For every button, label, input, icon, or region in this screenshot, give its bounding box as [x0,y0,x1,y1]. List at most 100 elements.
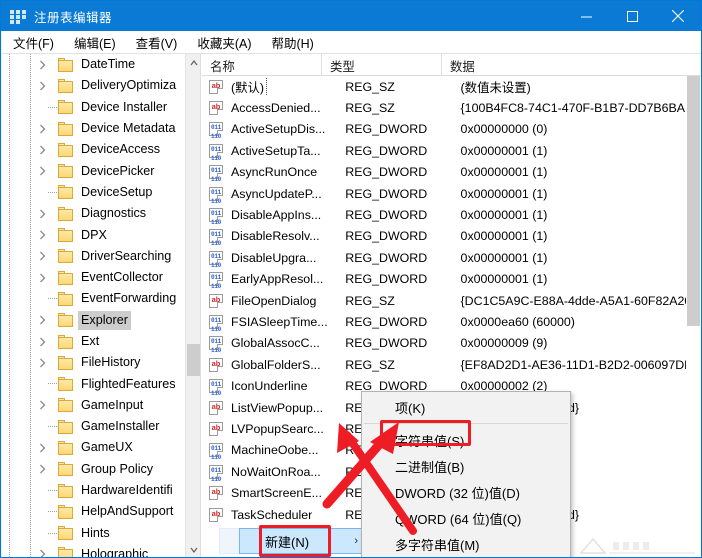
value-name-cell: AccessDenied... [229,101,337,115]
menu-help[interactable]: 帮助(H) [262,31,322,54]
tree-connector [48,106,57,108]
tree-node-devicesetup[interactable]: DeviceSetup [2,182,200,203]
tree-node-label: HelpAndSupport [81,504,174,519]
folder-icon [58,398,74,413]
scroll-up-icon[interactable] [186,54,200,71]
list-scrollbar[interactable] [686,76,701,557]
tree-node-label: DevicePicker [81,163,155,178]
tree-node-helpandsupport[interactable]: HelpAndSupport [2,501,200,522]
tree-node-diagnostics[interactable]: Diagnostics [2,203,200,224]
registry-tree-pane[interactable]: DateTime DeliveryOptimiza Device Installer… [2,54,201,558]
tree-node-hints[interactable]: Hints [2,523,200,544]
menu-file[interactable]: 文件(F) [4,31,63,54]
tree-node-device-installer[interactable]: Device Installer [2,97,200,118]
chevron-right-icon[interactable] [36,442,48,454]
menu-edit[interactable]: 编辑(E) [65,31,125,54]
chevron-right-icon[interactable] [36,272,48,284]
string-value-icon: ab [209,507,224,522]
close-button[interactable] [655,1,701,31]
tree-scrollbar[interactable] [185,54,200,557]
tree-node-hardwareidentifi[interactable]: HardwareIdentifi [2,480,200,501]
tree-node-datetime[interactable]: DateTime [2,54,200,75]
value-name-cell: DisableResolv... [229,229,337,243]
tree-scrollbar-thumb[interactable] [187,344,200,376]
tree-node-flightedfeatures[interactable]: FlightedFeatures [2,373,200,394]
value-data-cell: 0x00000001 (1) [460,143,548,158]
value-row[interactable]: ab GlobalFolderS... REG_SZ {EF8AD2D1-AE36-1… [202,354,701,375]
tree-node-driversearching[interactable]: DriverSearching [2,246,200,267]
tree-node-devicepicker[interactable]: DevicePicker [2,160,200,181]
value-row[interactable]: 011 110 DisableAppIns... REG_DWORD 0x0000000… [202,204,701,226]
value-name-cell: DisableUpgra... [229,251,337,265]
chevron-right-icon[interactable] [36,357,48,369]
tree-node-ext[interactable]: Ext [2,331,200,352]
tree-node-eventcollector[interactable]: EventCollector [2,267,200,288]
chevron-right-icon[interactable] [36,59,48,71]
folder-icon [58,249,74,264]
tree-node-deliveryoptimiza[interactable]: DeliveryOptimiza [2,75,200,96]
value-row[interactable]: 011 110 GlobalAssocC... REG_DWORD 0x00000009… [202,333,701,354]
chevron-right-icon[interactable] [36,123,48,135]
tree-node-label: Holographic [81,546,149,558]
value-data-cell: {100B4FC8-74C1-470F-B1B7-DD7B6BAE79B [460,101,701,116]
tree-node-label: DateTime [81,57,136,72]
tree-node-label: GameUX [81,440,133,455]
chevron-right-icon[interactable] [36,314,48,326]
chevron-right-icon[interactable] [36,165,48,177]
tree-node-label: Ext [81,334,100,348]
chevron-right-icon[interactable] [36,463,48,475]
value-row[interactable]: ab FileOpenDialog REG_SZ {DC1C5A9C-E88A-4dd… [202,290,701,311]
value-data-cell: {EF8AD2D1-AE36-11D1-B2D2-006097DF8C1 [460,357,701,372]
tree-node-device-metadata[interactable]: Device Metadata [2,118,200,139]
tree-node-eventforwarding[interactable]: EventForwarding [2,288,200,309]
folder-icon [58,419,74,434]
value-row[interactable]: 011 110 AsyncUpdateP... REG_DWORD 0x00000001… [202,183,701,205]
list-scrollbar-thumb[interactable] [687,76,700,326]
tree-node-explorer[interactable]: Explorer [2,310,200,331]
tree-node-gameinstaller[interactable]: GameInstaller [2,416,200,437]
value-row[interactable]: 011 110 FSIASleepTime... REG_DWORD 0x0000ea6… [202,311,701,333]
value-row[interactable]: 011 110 DisableUpgra... REG_DWORD 0x00000001… [202,247,701,269]
tree-node-gameinput[interactable]: GameInput [2,395,200,416]
tree-node-holographic[interactable]: Holographic [2,544,200,558]
folder-icon [58,355,74,370]
minimize-button[interactable] [563,1,609,31]
menu-view[interactable]: 查看(V) [127,31,187,54]
tree-node-label: Explorer [78,310,131,330]
chevron-right-icon[interactable] [36,144,48,156]
chevron-right-icon[interactable] [36,336,48,348]
value-data-cell: 0x00000001 (1) [460,186,548,201]
value-row[interactable]: 011 110 ActiveSetupTa... REG_DWORD 0x0000000… [202,140,701,162]
chevron-right-icon[interactable] [36,229,48,241]
menu-favorites[interactable]: 收藏夹(A) [188,31,260,54]
folder-icon [58,270,74,285]
value-row[interactable]: 011 110 ActiveSetupDis... REG_DWORD 0x000000… [202,119,701,140]
folder-icon [58,185,74,200]
value-row[interactable]: ab AccessDenied... REG_SZ {100B4FC8-74C1-47… [202,97,701,118]
chevron-right-icon[interactable] [36,250,48,262]
tree-connector [48,532,57,534]
tree-node-label: EventCollector [81,270,163,285]
tree-node-group-policy[interactable]: Group Policy [2,459,200,480]
submenu-item-label: 项(K) [395,400,426,416]
column-header-name[interactable]: 名称 [202,54,322,76]
value-row[interactable]: 011 110 AsyncRunOnce REG_DWORD 0x00000001 (1… [202,162,701,183]
value-name-cell: ActiveSetupTa... [229,144,337,158]
tree-node-filehistory[interactable]: FileHistory [2,352,200,373]
chevron-right-icon[interactable] [36,399,48,411]
value-row[interactable]: 011 110 DisableResolv... REG_DWORD 0x0000000… [202,226,701,247]
column-header-type[interactable]: 类型 [322,54,442,76]
value-row[interactable]: 011 110 EarlyAppResol... REG_DWORD 0x0000000… [202,269,701,290]
tree-node-label: DeliveryOptimiza [81,78,177,93]
chevron-right-icon[interactable] [36,80,48,92]
chevron-right-icon[interactable] [36,208,48,220]
scroll-down-icon[interactable] [186,541,200,557]
tree-node-gameux[interactable]: GameUX [2,437,200,458]
chevron-right-icon[interactable] [36,548,48,557]
value-row[interactable]: ab (默认) REG_SZ (数值未设置) [202,76,701,97]
maximize-button[interactable] [609,1,655,31]
tree-node-dpx[interactable]: DPX [2,224,200,245]
value-name-cell: FSIASleepTime... [229,315,337,329]
tree-node-deviceaccess[interactable]: DeviceAccess [2,139,200,160]
column-header-data[interactable]: 数据 [442,54,701,76]
